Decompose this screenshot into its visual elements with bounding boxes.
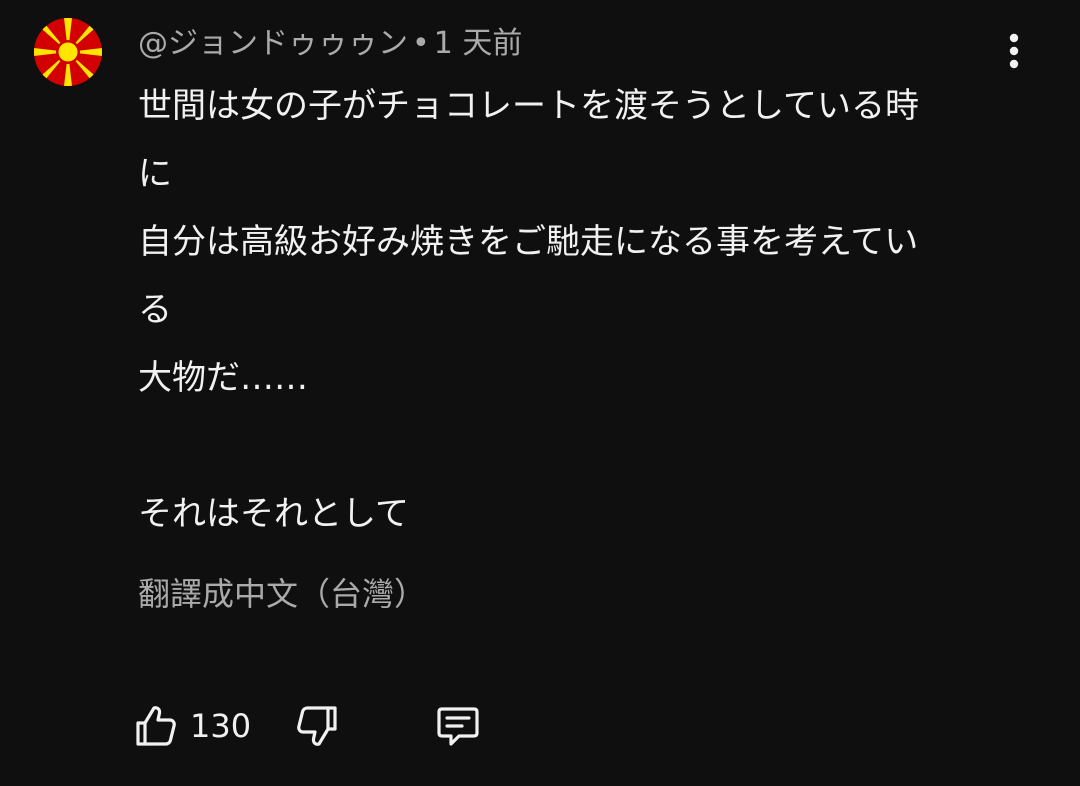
avatar[interactable] bbox=[34, 18, 102, 86]
comment-header: @ジョンドゥゥゥン • 1 天前 bbox=[138, 22, 522, 66]
author-name[interactable]: @ジョンドゥゥゥン bbox=[138, 26, 408, 61]
comment-line: 世間は女の子がチョコレートを渡そうとしている時 bbox=[138, 86, 919, 126]
comment-line: それはそれとして bbox=[138, 494, 409, 534]
comment-line: る bbox=[138, 290, 172, 330]
translate-link[interactable]: 翻譯成中文（台灣） bbox=[138, 570, 426, 618]
thumbs-up-icon bbox=[136, 706, 176, 746]
like-button[interactable]: 130 bbox=[132, 703, 251, 749]
comment-line: に bbox=[138, 154, 172, 194]
dislike-button[interactable] bbox=[295, 703, 341, 749]
more-vertical-icon bbox=[1009, 33, 1019, 69]
thumbs-down-icon bbox=[297, 706, 337, 746]
header-separator: • bbox=[412, 26, 430, 61]
comment-action-bar: 130 bbox=[132, 698, 483, 754]
sun-flag-avatar-icon bbox=[34, 18, 102, 86]
comment-line: 自分は高級お好み焼きをご馳走になる事を考えてい bbox=[138, 222, 919, 262]
comment-line: 大物だ…… bbox=[138, 358, 308, 398]
comment-text: 世間は女の子がチョコレートを渡そうとしている時 に 自分は高級お好み焼きをご馳走… bbox=[138, 72, 1008, 548]
comment-reply-icon bbox=[437, 707, 479, 746]
like-count: 130 bbox=[190, 707, 252, 745]
comment-line-blank bbox=[138, 412, 1008, 480]
more-options-button[interactable] bbox=[994, 30, 1034, 74]
comment-timestamp: 1 天前 bbox=[433, 26, 523, 61]
reply-button[interactable] bbox=[433, 701, 483, 751]
